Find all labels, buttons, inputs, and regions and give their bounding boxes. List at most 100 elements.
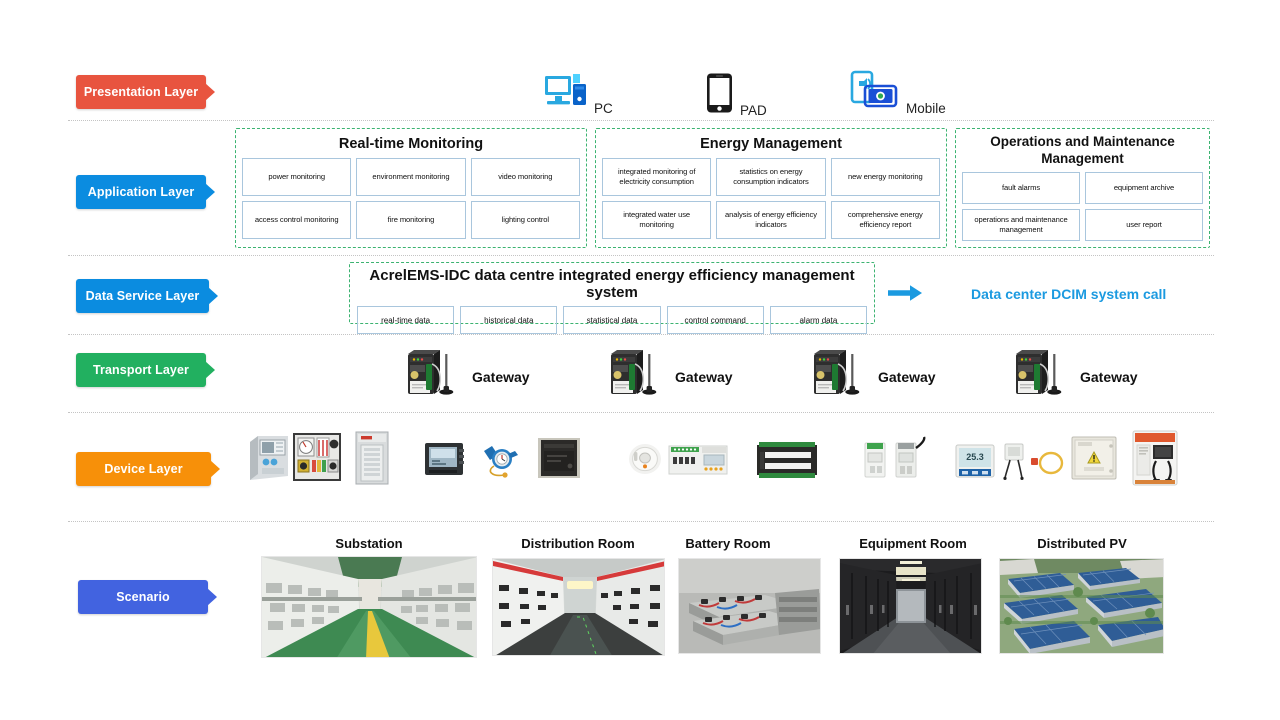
application-item[interactable]: analysis of energy efficiency indicators (716, 201, 826, 240)
layer-badge-transport-label: Transport Layer (93, 363, 189, 377)
application-item[interactable]: lighting control (470, 201, 580, 240)
gateway-label: Gateway (472, 368, 530, 385)
switchgear-panel-icon (292, 432, 342, 487)
rooftop-solar-photo (999, 558, 1164, 654)
substation-corridor-photo (261, 556, 477, 658)
application-item[interactable]: environment monitoring (356, 158, 466, 197)
data-service-item[interactable]: alarm data (769, 306, 867, 334)
data-service-title: AcrelEMS-IDC data centre integrated ener… (369, 267, 855, 301)
gateway-item[interactable]: Gateway (1008, 348, 1138, 405)
divider-device (68, 521, 1214, 522)
gateway-item[interactable]: Gateway (806, 348, 936, 405)
scenario-title: Battery Room (685, 536, 771, 551)
layer-badge-presentation-label: Presentation Layer (83, 85, 199, 99)
divider-transport (68, 412, 1214, 413)
application-item[interactable]: integrated monitoring of electricity con… (602, 158, 712, 197)
layer-badge-data-service-label: Data Service Layer (85, 289, 200, 303)
temperature-display-icon: 25.3 (955, 444, 995, 483)
layer-badge-transport[interactable]: Transport Layer (76, 353, 215, 387)
application-item[interactable]: video monitoring (470, 158, 580, 197)
divider-application (68, 255, 1214, 256)
data-service-item[interactable]: control command (666, 306, 764, 334)
scenario-title: Distribution Room (521, 536, 635, 551)
gateway-device-icon (603, 348, 663, 405)
application-item[interactable]: access control monitoring (242, 201, 352, 240)
dcim-system-call-label: Data center DCIM system call (971, 286, 1167, 302)
circuit-breaker-icon (862, 441, 888, 484)
data-service-item[interactable]: statistical data (563, 306, 661, 334)
protection-relay-icon (246, 434, 290, 487)
gateway-label: Gateway (878, 368, 936, 385)
layer-badge-data-service[interactable]: Data Service Layer (76, 279, 218, 313)
control-box-icon (1070, 434, 1118, 487)
right-arrow-icon (888, 285, 922, 306)
layer-badge-application-label: Application Layer (87, 185, 195, 199)
scenario-title: Distributed PV (1037, 536, 1127, 551)
smoke-detector-icon (628, 442, 662, 481)
divider-presentation (68, 120, 1214, 121)
scenario-title: Substation (335, 536, 403, 551)
application-item[interactable]: user report (1085, 208, 1203, 241)
application-group-realtime-monitoring: Real-time Monitoring power monitoring en… (235, 128, 587, 248)
tablet-icon (705, 72, 735, 119)
transformer-module-icon (537, 437, 581, 484)
mobile-devices-icon (849, 70, 901, 117)
application-group-title: Energy Management (700, 136, 842, 152)
layer-badge-presentation[interactable]: Presentation Layer (76, 75, 215, 109)
badge-arrow-icon (205, 183, 215, 201)
distribution-cabinet-icon (352, 430, 392, 491)
presentation-label-pad: PAD (740, 102, 767, 118)
application-group-title: Operations and Maintenance Management (990, 134, 1175, 166)
din-rail-controller-icon (668, 443, 728, 482)
humidity-sensor-icon (1000, 440, 1028, 485)
svg-text:25.3: 25.3 (966, 452, 984, 462)
application-group-title: Real-time Monitoring (338, 136, 484, 152)
layer-badge-scenario[interactable]: Scenario (78, 580, 217, 614)
wireless-breaker-icon (892, 436, 926, 485)
gateway-device-icon (1008, 348, 1068, 405)
ev-charging-pile-icon (1130, 430, 1180, 491)
layer-badge-scenario-label: Scenario (116, 590, 170, 604)
power-meter-icon (423, 441, 467, 482)
data-service-item[interactable]: real-time data (357, 306, 455, 334)
application-item[interactable]: operations and maintenance management (962, 208, 1080, 241)
application-item[interactable]: fire monitoring (356, 201, 466, 240)
badge-arrow-icon (208, 287, 218, 305)
layer-badge-device-label: Device Layer (104, 462, 183, 476)
presentation-item-pc[interactable]: PC (543, 72, 613, 117)
application-item[interactable]: comprehensive energy efficiency report (830, 201, 940, 240)
server-room-photo (839, 558, 982, 654)
gateway-item[interactable]: Gateway (603, 348, 733, 405)
badge-arrow-icon (205, 361, 215, 379)
data-service-box: AcrelEMS-IDC data centre integrated ener… (349, 262, 875, 334)
layer-badge-device[interactable]: Device Layer (76, 452, 220, 486)
application-item[interactable]: power monitoring (242, 158, 352, 197)
presentation-item-pad[interactable]: PAD (705, 72, 767, 119)
application-item[interactable]: equipment archive (1085, 171, 1203, 204)
water-meter-icon (478, 439, 520, 486)
application-item[interactable]: fault alarms (962, 171, 1080, 204)
battery-room-photo (678, 558, 821, 654)
presentation-label-pc: PC (594, 100, 613, 116)
io-module-icon (755, 441, 819, 484)
gateway-item[interactable]: Gateway (400, 348, 530, 405)
presentation-item-mobile[interactable]: Mobile (849, 70, 946, 117)
gateway-label: Gateway (1080, 368, 1138, 385)
gateway-device-icon (400, 348, 460, 405)
application-group-operations-maintenance: Operations and Maintenance Management fa… (955, 128, 1210, 248)
data-service-item[interactable]: historical data (460, 306, 558, 334)
desktop-computer-icon (543, 72, 589, 117)
gateway-label: Gateway (675, 368, 733, 385)
gateway-device-icon (806, 348, 866, 405)
application-group-energy-management: Energy Management integrated monitoring … (595, 128, 947, 248)
application-item[interactable]: statistics on energy consumption indicat… (716, 158, 826, 197)
distribution-room-photo (492, 558, 665, 656)
badge-arrow-icon (205, 83, 215, 101)
layer-badge-application[interactable]: Application Layer (76, 175, 215, 209)
badge-arrow-icon (210, 460, 220, 478)
sensor-cable-icon (1030, 449, 1064, 482)
scenario-title: Equipment Room (859, 536, 967, 551)
application-item[interactable]: new energy monitoring (830, 158, 940, 197)
presentation-label-mobile: Mobile (906, 100, 946, 116)
application-item[interactable]: integrated water use monitoring (602, 201, 712, 240)
